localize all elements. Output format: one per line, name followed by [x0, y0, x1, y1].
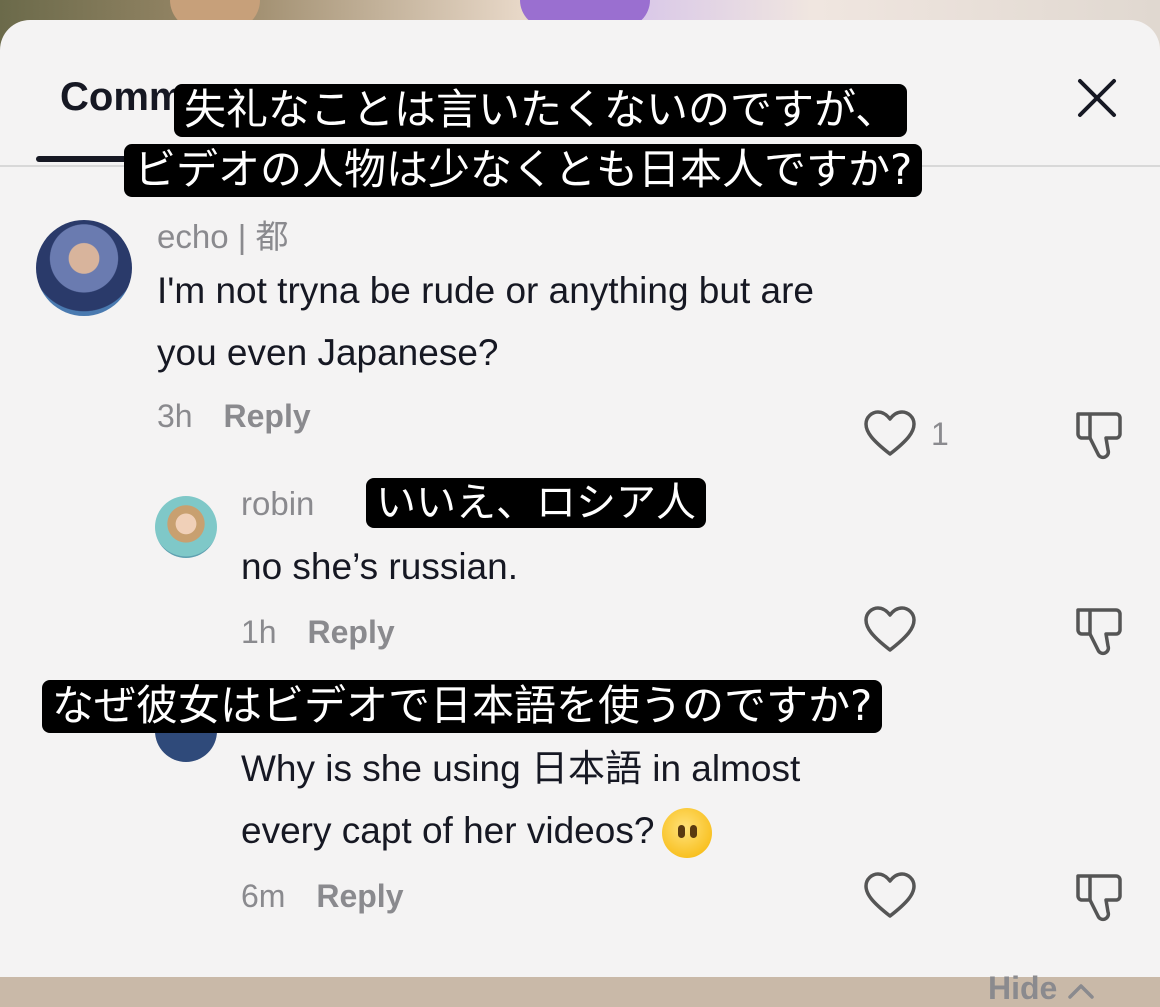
comments-sheet: Comm echo | 都 I'm not tryna be rude or a… [0, 20, 1160, 1006]
reply-button[interactable]: Reply [223, 398, 310, 434]
heart-icon[interactable] [862, 408, 918, 460]
heart-icon[interactable] [862, 870, 918, 922]
comment-line: Why is she using 日本語 in almost [241, 748, 801, 789]
comment-line: you even Japanese? [157, 332, 499, 373]
comment-time: 1h [241, 614, 277, 650]
thumbs-down-icon[interactable] [1072, 408, 1128, 460]
comment-time: 3h [157, 398, 193, 434]
comment-text: Why is she using 日本語 in almost every cap… [241, 738, 800, 862]
comment-username[interactable]: echo | 都 [157, 210, 288, 258]
avatar[interactable] [36, 220, 132, 316]
subtitle-caption: いいえ、ロシア人 [366, 478, 706, 528]
comment-line-text: every capt of her videos? [241, 810, 655, 851]
thumbs-down-icon[interactable] [1072, 604, 1128, 656]
hide-replies-button[interactable]: Hide [988, 970, 1096, 1007]
thumbs-down-icon[interactable] [1072, 870, 1128, 922]
comment-meta: 3h Reply [157, 398, 311, 435]
heart-icon[interactable] [862, 604, 918, 656]
reply-button[interactable]: Reply [316, 878, 403, 914]
hide-label: Hide [988, 970, 1058, 1006]
like-count: 1 [931, 416, 949, 452]
subtitle-caption: 失礼なことは言いたくないのですが、 [174, 84, 908, 137]
subtitle-caption: ビデオの人物は少なくとも日本人ですか? [124, 144, 923, 197]
chevron-up-icon [1068, 983, 1094, 999]
comment-meta: 6m Reply [241, 878, 403, 915]
comment-line: I'm not tryna be rude or anything but ar… [157, 270, 815, 311]
comment-time: 6m [241, 878, 286, 914]
subtitle-caption: なぜ彼女はビデオで日本語を使うのですか? [42, 680, 883, 733]
tab-comments[interactable]: Comm [60, 75, 184, 120]
comment-line: every capt of her videos? [241, 800, 800, 862]
comment-username[interactable]: robin [241, 485, 314, 523]
close-icon[interactable] [1074, 75, 1120, 121]
comment-line: no she’s russian. [241, 546, 518, 587]
comment-text: I'm not tryna be rude or anything but ar… [157, 260, 814, 384]
comment-text: no she’s russian. [241, 536, 518, 598]
avatar[interactable] [155, 496, 217, 558]
reply-button[interactable]: Reply [307, 614, 394, 650]
neutral-face-emoji [662, 808, 713, 859]
comment-meta: 1h Reply [241, 614, 395, 651]
